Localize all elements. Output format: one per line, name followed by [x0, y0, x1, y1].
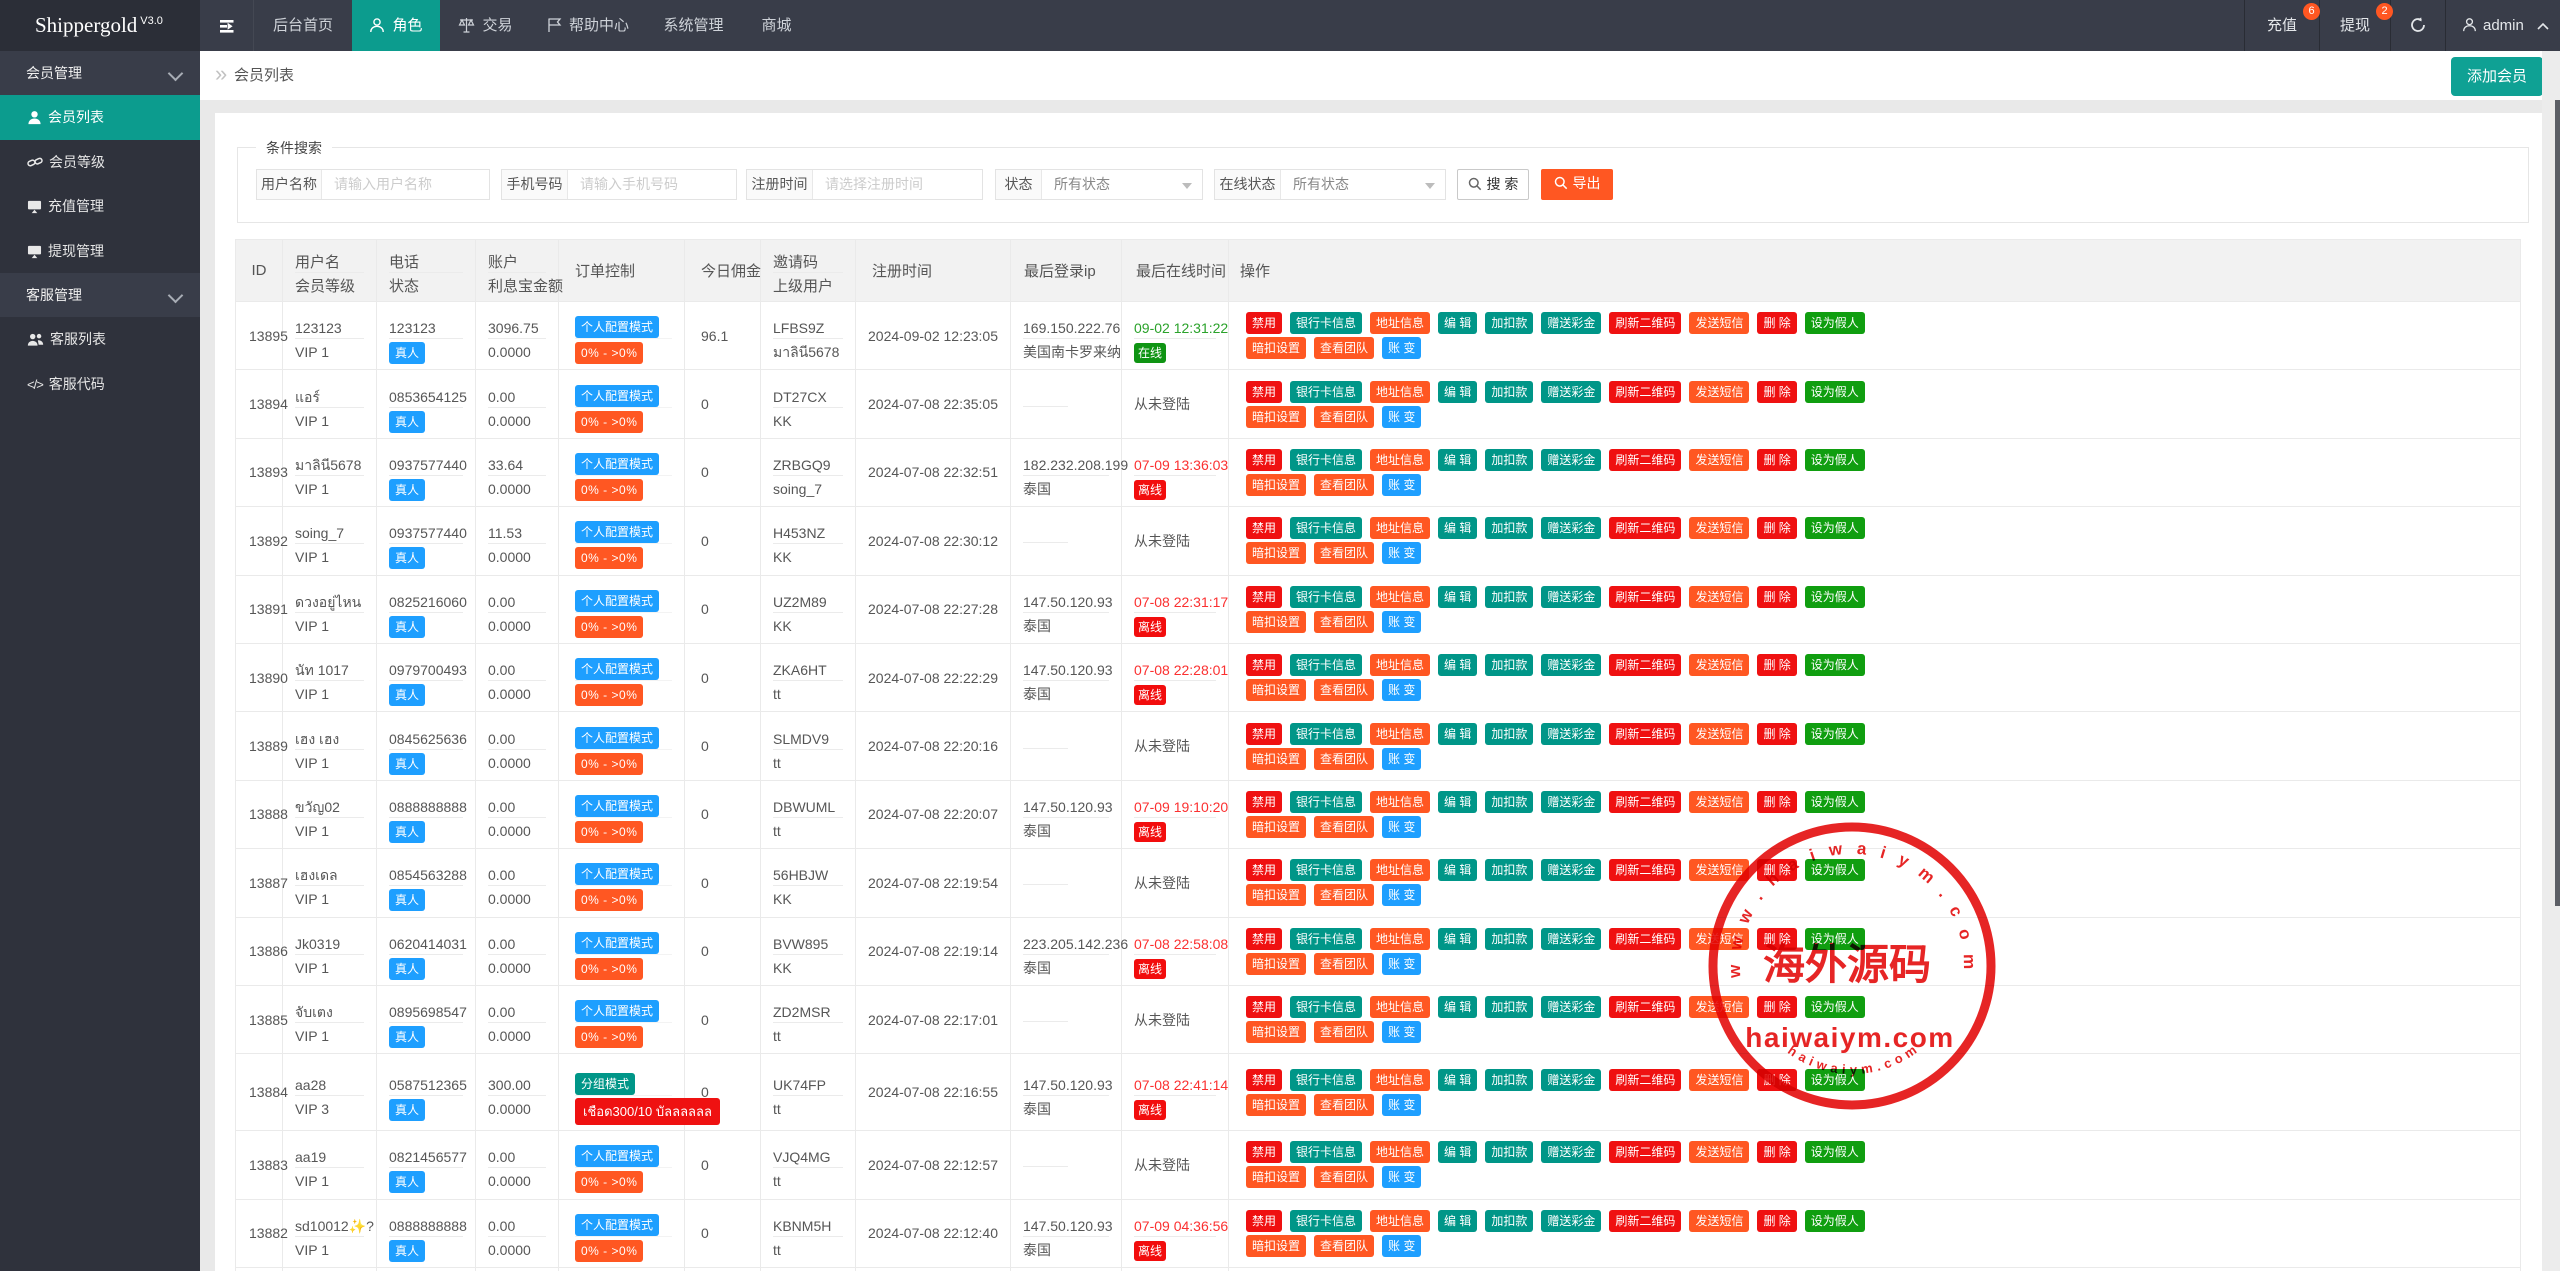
svg-text:海外源码: 海外源码: [1763, 941, 1931, 988]
svg-text:haiwaiym.com: haiwaiym.com: [1745, 1022, 1954, 1053]
